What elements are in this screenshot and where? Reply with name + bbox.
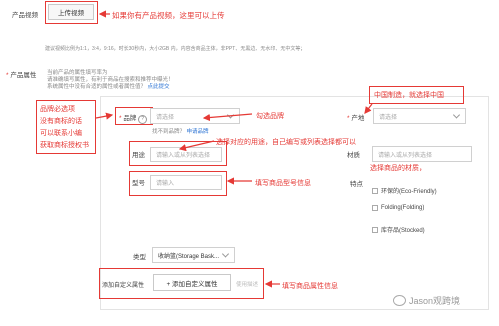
- brand-arrow: [202, 113, 253, 122]
- annotation-arrows: [95, 10, 373, 288]
- wechat-icon: [393, 295, 406, 306]
- brand-left-arrow: [95, 112, 114, 120]
- watermark: Jason观跨境: [393, 294, 460, 307]
- usage-arrow: [178, 140, 215, 152]
- origin-arrow: [364, 103, 373, 114]
